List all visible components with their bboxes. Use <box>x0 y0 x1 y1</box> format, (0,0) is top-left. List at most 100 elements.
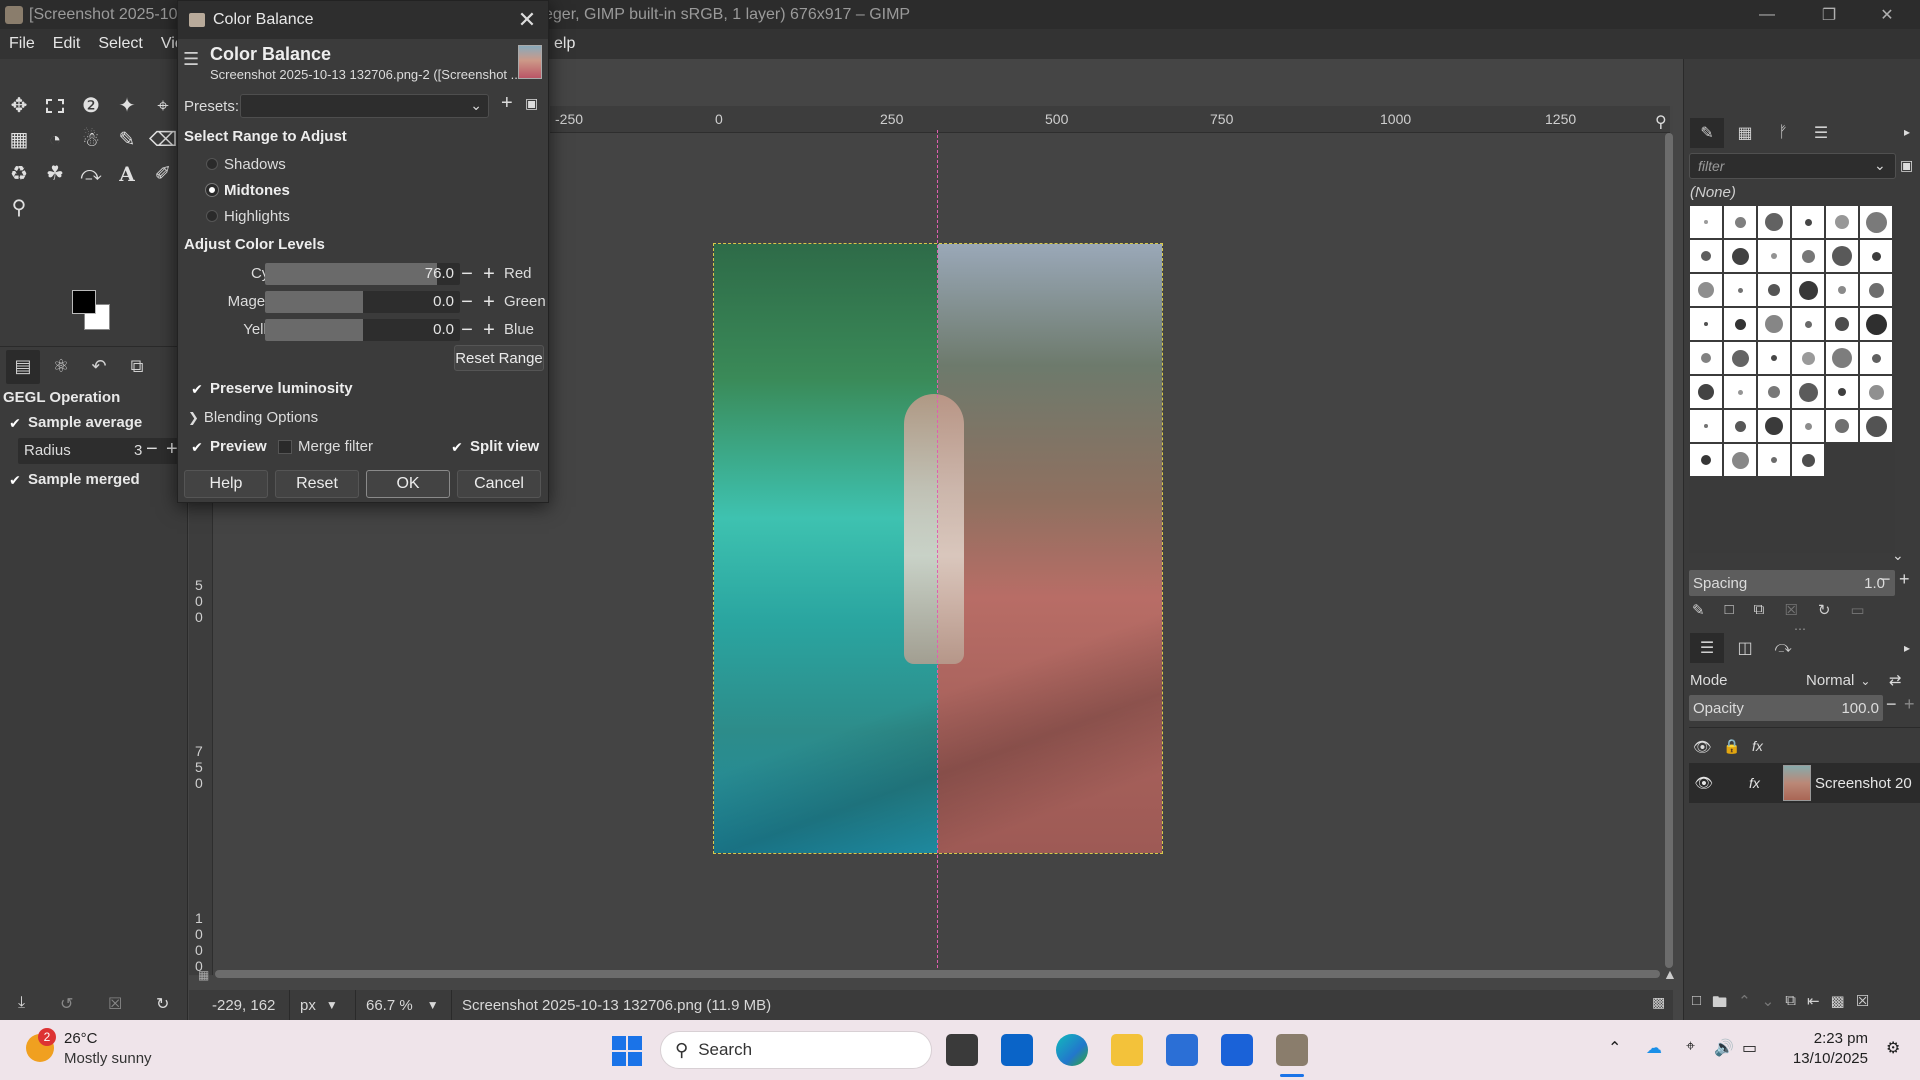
smudge-tool-icon[interactable]: ☘ <box>38 157 72 191</box>
brush-preset-icon[interactable] <box>1825 239 1859 273</box>
new-layer-icon[interactable]: □ <box>1692 992 1701 1017</box>
brush-preset-icon[interactable] <box>1757 205 1791 239</box>
menu-file[interactable]: File <box>0 35 44 53</box>
brush-preset-icon[interactable] <box>1825 205 1859 239</box>
close-window-button[interactable]: ✕ <box>1858 0 1916 29</box>
brush-preset-icon[interactable] <box>1689 273 1723 307</box>
layer-name[interactable]: Screenshot 20 <box>1815 775 1912 792</box>
crop-tool-icon[interactable]: ⌖ <box>146 89 180 123</box>
presets-combo[interactable]: ⌄ <box>240 94 489 118</box>
fuzzy-select-tool-icon[interactable]: ✦ <box>110 89 144 123</box>
file-explorer-icon[interactable] <box>1111 1034 1143 1066</box>
lower-layer-icon[interactable]: ⌄ <box>1762 992 1775 1017</box>
refresh-brushes-icon[interactable]: ↻ <box>1818 601 1831 619</box>
images-tab-icon[interactable]: ⧉ <box>120 350 154 384</box>
brush-preset-icon[interactable] <box>1723 205 1757 239</box>
merge-layer-icon[interactable]: ⇤ <box>1807 992 1820 1017</box>
brush-preset-icon[interactable] <box>1859 375 1893 409</box>
layer-row[interactable]: 👁 fx Screenshot 20 <box>1689 763 1920 803</box>
security-app-icon[interactable] <box>1166 1034 1198 1066</box>
brush-preset-icon[interactable] <box>1791 341 1825 375</box>
cyan-red-value[interactable]: 76.0 <box>425 265 454 282</box>
brush-preset-icon[interactable] <box>1859 307 1893 341</box>
chevron-down-icon[interactable]: ⌄ <box>1892 547 1904 564</box>
outlook-app-icon[interactable] <box>1001 1034 1033 1066</box>
swap-mode-icon[interactable]: ⇄ <box>1889 671 1902 689</box>
brush-preset-icon[interactable] <box>1791 273 1825 307</box>
reset-button[interactable]: Reset <box>275 470 359 498</box>
brush-preset-icon[interactable] <box>1859 239 1893 273</box>
split-view-checkbox[interactable]: ✔ Split view <box>450 438 539 455</box>
spacing-decrement[interactable]: − <box>1880 569 1891 590</box>
delete-brush-icon[interactable]: ☒ <box>1784 601 1797 619</box>
brush-preset-icon[interactable] <box>1757 375 1791 409</box>
brush-preset-icon[interactable] <box>1825 341 1859 375</box>
add-preset-icon[interactable]: + <box>501 92 513 115</box>
dock-menu-icon[interactable]: ▸ <box>1904 125 1910 139</box>
unit-select[interactable]: px ▼ <box>289 990 355 1020</box>
eye-icon[interactable]: 👁 <box>1689 774 1719 792</box>
delete-layer-icon[interactable]: ☒ <box>1856 992 1869 1017</box>
brush-filter-input[interactable]: filter <box>1689 153 1896 179</box>
weather-temp[interactable]: 26°C <box>64 1030 98 1047</box>
start-button-icon[interactable] <box>612 1036 642 1066</box>
brushes-tab-icon[interactable]: ✎ <box>1690 118 1724 148</box>
opacity-slider[interactable]: Opacity 100.0 <box>1689 695 1883 721</box>
effects-icon[interactable]: fx <box>1749 775 1783 791</box>
brush-preset-icon[interactable] <box>1859 409 1893 443</box>
fonts-tab-icon[interactable]: ᚠ <box>1766 118 1800 148</box>
channels-tab-icon[interactable]: ◫ <box>1728 633 1762 663</box>
help-button[interactable]: Help <box>184 470 268 498</box>
brush-preset-icon[interactable] <box>1825 273 1859 307</box>
transform-tool-icon[interactable]: ▦ <box>2 123 36 157</box>
foreground-color[interactable] <box>72 290 96 314</box>
raise-layer-icon[interactable]: ⌃ <box>1738 992 1751 1017</box>
notifications-icon[interactable]: ⚙ <box>1886 1038 1900 1058</box>
battery-icon[interactable]: ▭ <box>1742 1038 1757 1058</box>
brush-preset-icon[interactable] <box>1723 341 1757 375</box>
weather-desc[interactable]: Mostly sunny <box>64 1050 152 1067</box>
magenta-green-value[interactable]: 0.0 <box>433 293 454 310</box>
brush-preset-icon[interactable] <box>1825 375 1859 409</box>
paintbrush-tool-icon[interactable]: ✎ <box>110 123 144 157</box>
yellow-blue-slider[interactable]: 0.0 <box>265 319 460 341</box>
shadows-label[interactable]: Shadows <box>224 156 286 173</box>
cyan-red-decrement[interactable]: − <box>457 263 477 285</box>
layers-tab-icon[interactable]: ☰ <box>1690 633 1724 663</box>
ok-button[interactable]: OK <box>366 470 450 498</box>
mask-layer-icon[interactable]: ▩ <box>1831 992 1845 1017</box>
new-layer-group-icon[interactable]: 🖿 <box>1712 992 1727 1017</box>
highlights-radio[interactable] <box>206 210 218 222</box>
highlights-label[interactable]: Highlights <box>224 208 290 225</box>
brush-preset-icon[interactable] <box>1689 307 1723 341</box>
horizontal-scrollbar[interactable] <box>215 970 1660 978</box>
brush-preset-icon[interactable] <box>1723 273 1757 307</box>
patterns-tab-icon[interactable]: ▦ <box>1728 118 1762 148</box>
zoom-tool-icon[interactable]: ⚲ <box>2 191 36 225</box>
brush-preset-icon[interactable] <box>1723 409 1757 443</box>
brush-preset-icon[interactable] <box>1757 307 1791 341</box>
presets-menu-icon[interactable]: ▣ <box>525 95 538 112</box>
brush-preset-icon[interactable] <box>1825 307 1859 341</box>
reset-tool-options-icon[interactable]: ↻ <box>156 994 169 1014</box>
system-clock[interactable]: 2:23 pm 13/10/2025 <box>1793 1029 1868 1069</box>
cyan-red-increment[interactable]: + <box>479 263 499 285</box>
merge-filter-checkbox[interactable]: Merge filter <box>278 438 373 455</box>
midtones-label[interactable]: Midtones <box>224 182 290 199</box>
brush-preset-icon[interactable] <box>1689 409 1723 443</box>
preview-checkbox[interactable]: ✔ Preview <box>190 438 267 455</box>
brush-preset-icon[interactable] <box>1791 307 1825 341</box>
dock-menu-icon[interactable]: ▸ <box>1904 641 1910 655</box>
brush-preset-icon[interactable] <box>1791 443 1825 477</box>
opacity-increment[interactable]: + <box>1904 694 1915 715</box>
brush-preset-icon[interactable] <box>1689 239 1723 273</box>
radius-increment[interactable]: + <box>166 438 178 461</box>
brush-preset-icon[interactable] <box>1859 205 1893 239</box>
brush-preset-icon[interactable] <box>1791 375 1825 409</box>
magenta-green-slider[interactable]: 0.0 <box>265 291 460 313</box>
image-preview[interactable] <box>713 243 1163 854</box>
spacing-increment[interactable]: + <box>1899 569 1910 590</box>
radius-slider[interactable]: Radius 3 − + <box>18 438 180 464</box>
brush-preset-icon[interactable] <box>1825 409 1859 443</box>
undo-history-tab-icon[interactable]: ↶ <box>82 350 116 384</box>
